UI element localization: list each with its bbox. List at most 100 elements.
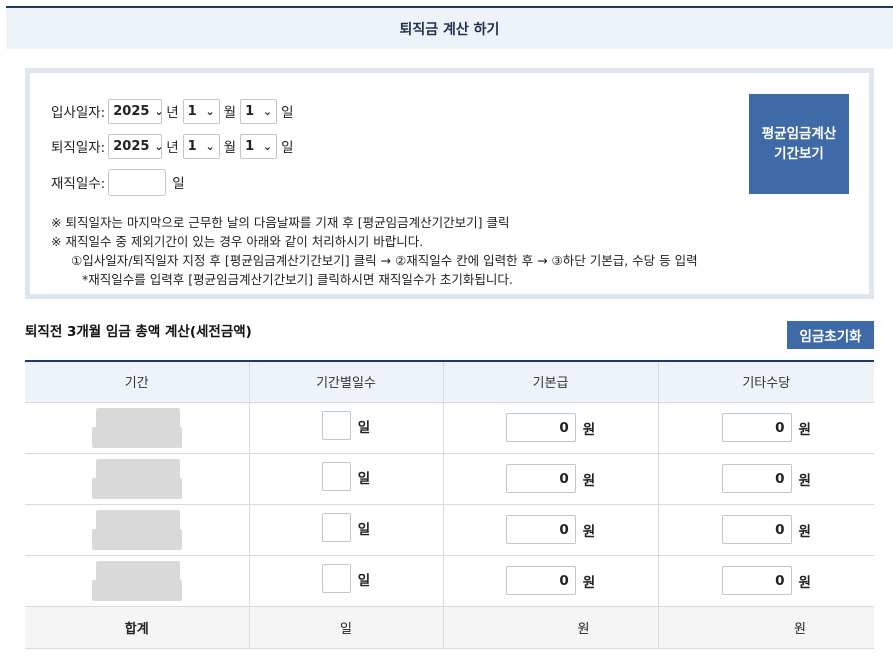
date-input-panel: 입사일자: 2025 ⌄ 년 1 ⌄ 월 1 ⌄ 일 퇴직일자: 2025 ⌄ … [25, 68, 874, 299]
won-unit: 원 [582, 421, 596, 438]
won-unit: 원 [582, 574, 596, 591]
year-unit: 년 [166, 105, 179, 121]
table-row: 일 0원 0원 [25, 402, 874, 454]
period-cell [25, 504, 249, 556]
days-input[interactable] [321, 564, 351, 593]
note-3: ①입사일자/퇴직일자 지정 후 [평균임금계산기간보기] 클릭 → ②재직일수 … [71, 253, 698, 268]
basic-pay-input[interactable]: 0 [505, 464, 576, 493]
days-input[interactable] [321, 462, 351, 491]
leave-year-select[interactable]: 2025 ⌄ [108, 133, 164, 159]
notes: ※ 퇴직일자는 마지막으로 근무한 날의 다음날짜를 기재 후 [평균임금계산기… [51, 213, 698, 289]
wage-table: 기간 기간별일수 기본급 기타수당 일 0원 0원 일 0원 0원 일 0원 0… [25, 360, 874, 649]
day-unit: 일 [281, 140, 294, 156]
join-date-row: 입사일자: 2025 ⌄ 년 1 ⌄ 월 1 ⌄ 일 [51, 98, 298, 124]
sum-basic-pay: 원 [442, 606, 658, 649]
header-days: 기간별일수 [248, 361, 443, 403]
leave-day-value: 1 [245, 138, 255, 154]
view-average-wage-period-button[interactable]: 평균임금계산 기간보기 [749, 94, 849, 194]
leave-date-row: 퇴직일자: 2025 ⌄ 년 1 ⌄ 월 1 ⌄ 일 [51, 133, 298, 159]
sum-other-allowance: 원 [657, 606, 874, 649]
leave-date-label: 퇴직일자: [51, 140, 106, 156]
days-input[interactable] [321, 411, 351, 440]
chevron-down-icon: ⌄ [262, 104, 273, 118]
basic-pay-input[interactable]: 0 [505, 413, 576, 442]
section-title: 퇴직전 3개월 임금 총액 계산(세전금액) [25, 324, 252, 340]
other-allowance-input[interactable]: 0 [721, 464, 792, 493]
day-unit: 일 [281, 105, 294, 121]
join-date-label: 입사일자: [51, 105, 106, 121]
days-input[interactable] [321, 513, 351, 542]
note-2: ※ 재직일수 중 제외기간이 있는 경우 아래와 같이 처리하시기 바랍니다. [51, 234, 424, 249]
table-row: 일 0원 0원 [25, 555, 874, 607]
basic-pay-cell: 0원 [442, 453, 658, 505]
days-cell: 일 [248, 555, 443, 607]
leave-month-select[interactable]: 1 ⌄ [182, 133, 220, 159]
month-unit: 월 [223, 105, 237, 121]
sum-row: 합계 일 원 원 [25, 606, 874, 649]
won-unit: 원 [798, 574, 811, 591]
sum-other-unit: 원 [794, 621, 806, 637]
chevron-down-icon: ⌄ [154, 139, 164, 153]
join-day-value: 1 [245, 103, 255, 119]
period-placeholder [91, 560, 182, 601]
reset-wage-button[interactable]: 임금초기화 [787, 321, 874, 349]
basic-pay-cell: 0원 [442, 402, 658, 454]
won-unit: 원 [582, 472, 596, 489]
chevron-down-icon: ⌄ [205, 104, 215, 118]
work-days-unit: 일 [172, 176, 185, 192]
month-unit: 월 [223, 140, 237, 156]
period-cell [25, 555, 249, 607]
work-days-label: 재직일수: [51, 176, 106, 192]
join-year-select[interactable]: 2025 ⌄ [108, 98, 164, 124]
won-unit: 원 [798, 421, 811, 438]
period-placeholder [91, 458, 182, 499]
join-month-value: 1 [187, 103, 197, 119]
other-allowance-cell: 0원 [657, 504, 874, 556]
chevron-down-icon: ⌄ [154, 104, 164, 118]
sum-days: 일 [248, 606, 443, 649]
basic-pay-cell: 0원 [442, 555, 658, 607]
other-allowance-cell: 0원 [657, 453, 874, 505]
day-unit: 일 [357, 521, 371, 538]
leave-day-select[interactable]: 1 ⌄ [240, 133, 278, 159]
other-allowance-input[interactable]: 0 [721, 566, 792, 595]
leave-year-value: 2025 [113, 138, 150, 154]
work-days-row: 재직일수: 일 [51, 168, 189, 196]
basic-pay-input[interactable]: 0 [505, 566, 576, 595]
other-allowance-input[interactable]: 0 [721, 413, 792, 442]
join-month-select[interactable]: 1 ⌄ [182, 98, 220, 124]
days-cell: 일 [248, 453, 443, 505]
period-placeholder [91, 509, 182, 550]
page-title: 퇴직금 계산 하기 [6, 6, 893, 49]
period-button-line2: 기간보기 [774, 146, 824, 162]
year-unit: 년 [166, 140, 179, 156]
join-day-select[interactable]: 1 ⌄ [240, 98, 278, 124]
header-other-allowance: 기타수당 [657, 361, 874, 403]
other-allowance-input[interactable]: 0 [721, 515, 792, 544]
leave-month-value: 1 [187, 138, 197, 154]
day-unit: 일 [357, 470, 371, 487]
table-row: 일 0원 0원 [25, 504, 874, 556]
work-days-input[interactable] [108, 168, 167, 196]
won-unit: 원 [582, 523, 596, 540]
note-4: *재직일수를 입력후 [평균임금계산기간보기] 클릭하시면 재직일수가 초기화됩… [82, 272, 513, 287]
basic-pay-input[interactable]: 0 [505, 515, 576, 544]
day-unit: 일 [357, 419, 371, 436]
header-period: 기간 [25, 361, 249, 403]
sum-day-unit: 일 [340, 621, 352, 637]
day-unit: 일 [357, 572, 371, 589]
sum-basic-unit: 원 [577, 621, 590, 637]
join-year-value: 2025 [113, 103, 150, 119]
note-1: ※ 퇴직일자는 마지막으로 근무한 날의 다음날짜를 기재 후 [평균임금계산기… [51, 215, 510, 230]
won-unit: 원 [798, 472, 811, 489]
period-placeholder [91, 407, 182, 448]
basic-pay-cell: 0원 [442, 504, 658, 556]
period-cell [25, 402, 249, 454]
sum-label: 합계 [25, 606, 249, 649]
chevron-down-icon: ⌄ [262, 139, 273, 153]
period-button-line1: 평균임금계산 [761, 126, 837, 142]
table-header-row: 기간 기간별일수 기본급 기타수당 [25, 361, 874, 403]
period-cell [25, 453, 249, 505]
other-allowance-cell: 0원 [657, 402, 874, 454]
chevron-down-icon: ⌄ [205, 139, 215, 153]
